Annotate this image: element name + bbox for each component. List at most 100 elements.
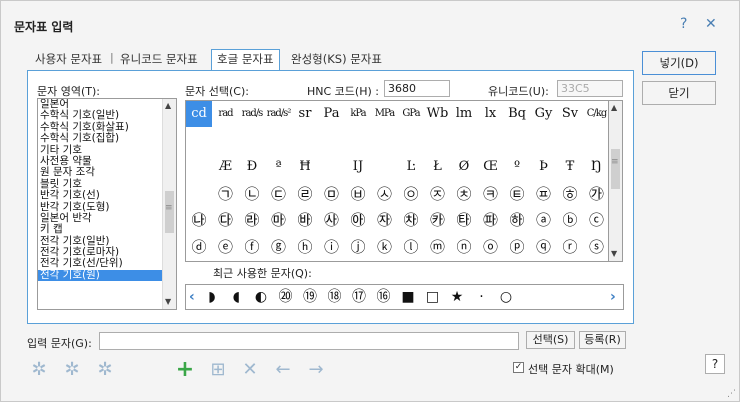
help-button[interactable]: ? (705, 354, 725, 374)
char-cell[interactable]: ⓔ (213, 234, 239, 260)
char-cell[interactable]: ㉲ (266, 207, 292, 233)
char-cell[interactable]: ⓑ (557, 207, 583, 233)
char-cell[interactable] (451, 128, 477, 154)
char-cell[interactable] (478, 128, 504, 154)
insert-button[interactable]: 넣기(D) (642, 51, 716, 75)
char-cell[interactable]: kPa (345, 101, 371, 127)
enlarge-label[interactable]: 선택 문자 확대(M) (528, 361, 614, 377)
char-cell[interactable]: ㉣ (292, 181, 318, 207)
resize-grip-icon[interactable]: ⋰ (727, 389, 736, 399)
char-cell[interactable] (186, 154, 212, 180)
char-cell[interactable]: ㉴ (319, 207, 345, 233)
enlarge-checkbox[interactable]: ✓ (513, 362, 524, 373)
delete-icon[interactable]: ✕ (238, 358, 262, 382)
char-cell[interactable]: ㉦ (372, 181, 398, 207)
char-cell[interactable]: ㉬ (531, 181, 557, 207)
recent-char[interactable]: ◗ (200, 285, 224, 309)
region-list-item[interactable]: 키 캡 (38, 223, 176, 235)
char-cell[interactable]: Sv (557, 101, 583, 127)
char-cell[interactable]: rad (213, 101, 239, 127)
region-scrollbar[interactable]: ▲ ≡ ▼ (162, 99, 176, 309)
char-cell[interactable]: ㉰ (213, 207, 239, 233)
char-cell[interactable]: ⓝ (451, 234, 477, 260)
char-cell[interactable] (372, 128, 398, 154)
char-cell[interactable]: Ø (451, 154, 477, 180)
char-cell[interactable] (186, 181, 212, 207)
recent-char[interactable]: □ (421, 285, 445, 309)
char-grid[interactable]: cd rad rad/s rad/s² sr Pa kPa MPa GPa Wb lm lx Bq Gy S… (185, 100, 609, 262)
char-cell[interactable]: rad/s² (266, 101, 292, 127)
scroll-thumb[interactable] (611, 149, 620, 189)
char-cell[interactable]: Đ (239, 154, 265, 180)
char-cell[interactable]: C/kg (584, 101, 609, 127)
char-cell[interactable]: Ŋ (584, 154, 609, 180)
char-cell[interactable] (531, 128, 557, 154)
char-cell[interactable] (319, 128, 345, 154)
char-cell[interactable]: Ĳ (345, 154, 371, 180)
recent-chars[interactable]: ‹ › ◗ ◖ ◐ ⑳ ⑲ ⑱ ⑰ ⑯ ■ □ ★ · ○ (185, 284, 624, 310)
add-to-icon[interactable]: ⊞ (206, 358, 230, 382)
char-cell[interactable]: ⓛ (398, 234, 424, 260)
char-cell[interactable]: ⓕ (239, 234, 265, 260)
hnc-code-field[interactable]: 3680 (384, 80, 450, 97)
char-cell[interactable]: ㉺ (478, 207, 504, 233)
char-cell[interactable]: ⓜ (425, 234, 451, 260)
chevron-right-icon[interactable]: › (610, 289, 616, 305)
register-button[interactable]: 등록(R) (579, 331, 626, 349)
char-cell[interactable]: ⓟ (504, 234, 530, 260)
char-cell[interactable]: ㉸ (425, 207, 451, 233)
char-cell[interactable]: ㉠ (213, 181, 239, 207)
char-cell[interactable]: ㉻ (504, 207, 530, 233)
char-cell[interactable]: MPa (372, 101, 398, 127)
char-cell[interactable]: ㉶ (372, 207, 398, 233)
move-left-icon[interactable]: ← (271, 358, 295, 382)
char-cell[interactable]: Æ (213, 154, 239, 180)
char-cell[interactable]: ㉯ (186, 207, 212, 233)
recent-char[interactable]: ○ (494, 285, 518, 309)
char-cell[interactable]: ⓢ (584, 234, 609, 260)
char-cell[interactable]: Ŧ (557, 154, 583, 180)
char-cell[interactable] (584, 128, 609, 154)
char-cell[interactable]: Wb (425, 101, 451, 127)
char-cell[interactable]: rad/s (239, 101, 265, 127)
char-cell[interactable]: ª (266, 154, 292, 180)
char-cell[interactable]: ㉵ (345, 207, 371, 233)
region-list-item[interactable]: 수학식 기호(집합) (38, 132, 176, 144)
char-cell[interactable]: Þ (531, 154, 557, 180)
char-cell[interactable] (345, 128, 371, 154)
tab-user-chars[interactable]: 사용자 문자표 (35, 51, 102, 67)
scroll-down-icon[interactable]: ▼ (611, 249, 617, 258)
char-cell[interactable]: sr (292, 101, 318, 127)
region-list-item[interactable]: 전각 기호(원) (38, 269, 176, 282)
char-cell[interactable]: Pa (319, 101, 345, 127)
char-cell[interactable]: Bq (504, 101, 530, 127)
help-icon[interactable]: ? (680, 16, 687, 32)
char-cell[interactable] (266, 128, 292, 154)
region-list[interactable]: 일본어 수학식 기호(일반) 수학식 기호(화살표) 수학식 기호(집합) 기타 기호 사… (37, 98, 177, 310)
char-cell[interactable]: GPa (398, 101, 424, 127)
recent-char[interactable]: ⑰ (347, 285, 371, 309)
char-op-3-icon[interactable]: ✲ (93, 358, 117, 382)
char-cell[interactable]: ⓓ (186, 234, 212, 260)
grid-scrollbar[interactable]: ▲ ≡ ▼ (608, 100, 623, 262)
char-cell[interactable] (398, 128, 424, 154)
char-cell[interactable]: Ħ (292, 154, 318, 180)
char-cell[interactable]: ⓞ (478, 234, 504, 260)
char-cell[interactable]: ㉹ (451, 207, 477, 233)
char-cell[interactable]: ㉩ (451, 181, 477, 207)
char-cell[interactable]: ⓘ (319, 234, 345, 260)
char-cell[interactable]: ⓚ (372, 234, 398, 260)
char-cell[interactable]: ㉢ (266, 181, 292, 207)
char-cell[interactable]: ㉥ (345, 181, 371, 207)
close-icon[interactable]: ✕ (705, 16, 717, 32)
recent-char[interactable]: ◐ (249, 285, 273, 309)
char-cell[interactable]: ㉨ (425, 181, 451, 207)
char-cell[interactable] (213, 128, 239, 154)
char-cell[interactable]: ㉡ (239, 181, 265, 207)
recent-char[interactable]: ⑲ (298, 285, 322, 309)
recent-char[interactable]: ★ (445, 285, 469, 309)
char-cell[interactable]: ㉭ (557, 181, 583, 207)
char-cell[interactable]: ㉱ (239, 207, 265, 233)
move-right-icon[interactable]: → (304, 358, 328, 382)
char-cell[interactable]: ㉮ (584, 181, 609, 207)
